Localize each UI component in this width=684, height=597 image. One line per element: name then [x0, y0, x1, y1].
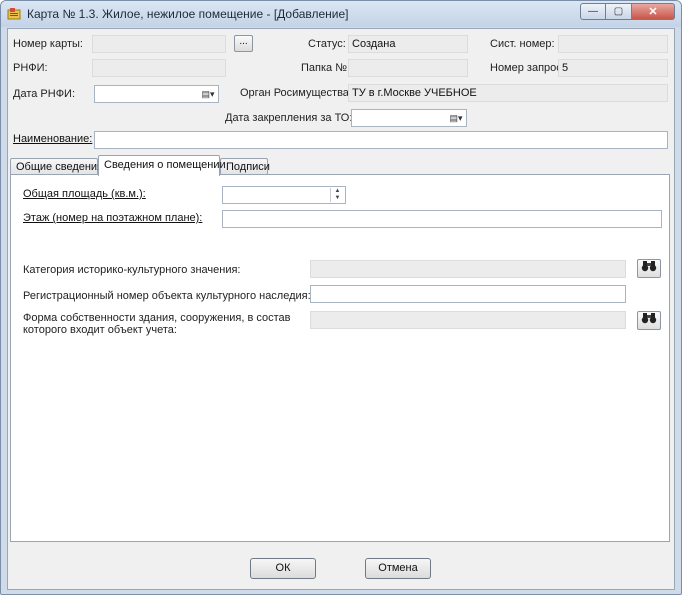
card-number-field — [92, 35, 226, 53]
assignment-date-label: Дата закрепления за ТО: — [225, 112, 353, 124]
ownership-field — [310, 311, 626, 329]
maximize-button[interactable]: ▢ — [606, 3, 632, 20]
tab-panel-premises: Общая площадь (кв.м.): ▲ ▼ Этаж (номер на… — [10, 174, 670, 542]
browse-button[interactable]: ... — [234, 35, 253, 52]
tab-strip: Общие сведения Сведения о помещении Подп… — [8, 155, 674, 176]
folder-field — [348, 59, 468, 77]
folder-label: Папка №: — [301, 62, 351, 74]
calendar-dropdown-icon[interactable]: ▤▾ — [200, 88, 216, 100]
request-number-field: 5 — [558, 59, 668, 77]
spin-arrows-icon[interactable]: ▲ ▼ — [330, 188, 344, 202]
binoculars-icon — [641, 313, 657, 324]
area-spinner[interactable]: ▲ ▼ — [222, 186, 346, 204]
ownership-label-line1: Форма собственности здания, сооружения, … — [23, 312, 291, 324]
dialog-body: Номер карты: ... Статус: Создана Сист. н… — [7, 28, 675, 590]
rnfi-field — [92, 59, 226, 77]
sys-number-label: Сист. номер: — [490, 38, 555, 50]
ownership-label-line2: которого входит объект учета: — [23, 324, 177, 336]
status-label: Статус: — [308, 38, 346, 50]
minimize-button[interactable]: — — [580, 3, 606, 20]
floor-label: Этаж (номер на поэтажном плане): — [23, 212, 203, 224]
floor-input[interactable] — [222, 210, 662, 228]
title-bar[interactable]: Карта № 1.3. Жилое, нежилое помещение - … — [1, 1, 681, 27]
heritage-reg-label: Регистрационный номер объекта культурног… — [23, 290, 311, 302]
app-icon — [7, 8, 21, 20]
ownership-lookup-button[interactable] — [637, 311, 661, 330]
heritage-category-lookup-button[interactable] — [637, 259, 661, 278]
tab-premises-info[interactable]: Сведения о помещении — [98, 155, 226, 176]
binoculars-icon — [641, 261, 657, 272]
name-label: Наименование: — [13, 133, 93, 145]
tab-signatures[interactable]: Подписи — [220, 158, 270, 175]
calendar-dropdown-icon[interactable]: ▤▾ — [448, 112, 464, 124]
heritage-category-field — [310, 260, 626, 278]
cancel-button[interactable]: Отмена — [365, 558, 431, 579]
authority-label: Орган Росимущества: — [240, 87, 352, 99]
rnfi-date-picker[interactable]: ▤▾ — [94, 85, 219, 103]
heritage-reg-input[interactable] — [310, 285, 626, 303]
area-label: Общая площадь (кв.м.): — [23, 188, 146, 200]
heritage-category-label: Категория историко-культурного значения: — [23, 264, 241, 276]
dialog-window: Карта № 1.3. Жилое, нежилое помещение - … — [0, 0, 682, 595]
status-field: Создана — [348, 35, 468, 53]
rnfi-label: РНФИ: — [13, 62, 48, 74]
sys-number-field — [558, 35, 668, 53]
name-input[interactable] — [94, 131, 668, 149]
assignment-date-picker[interactable]: ▤▾ — [351, 109, 467, 127]
close-button[interactable]: ✕ — [632, 3, 675, 20]
authority-field: ТУ в г.Москве УЧЕБНОЕ — [348, 84, 668, 102]
ok-button[interactable]: ОК — [250, 558, 316, 579]
card-number-label: Номер карты: — [13, 38, 83, 50]
rnfi-date-label: Дата РНФИ: — [13, 88, 76, 100]
window-title: Карта № 1.3. Жилое, нежилое помещение - … — [27, 7, 349, 21]
tab-general[interactable]: Общие сведения — [10, 158, 103, 175]
